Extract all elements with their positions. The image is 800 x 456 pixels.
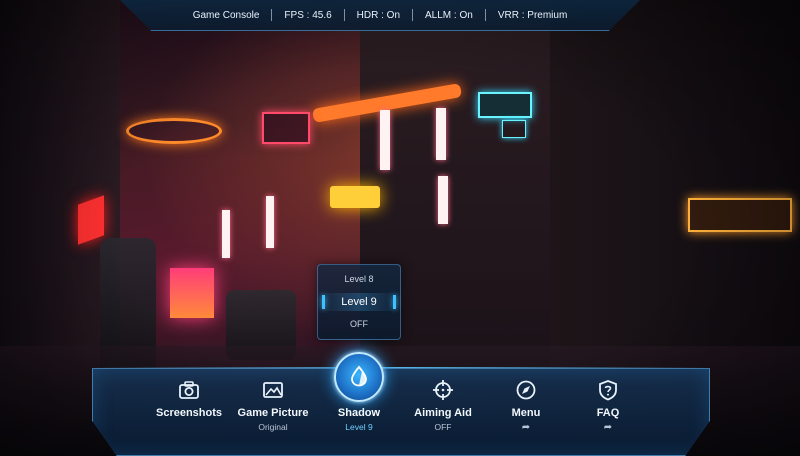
allm-status: ALLM : On	[425, 9, 473, 21]
shadow-level-dropdown: Level 8 Level 9 OFF	[317, 264, 401, 340]
dropdown-option-level-8[interactable]: Level 8	[318, 274, 400, 284]
aiming-aid-button[interactable]: Aiming Aid OFF	[395, 369, 491, 455]
hdr-status: HDR : On	[356, 9, 401, 21]
aiming-aid-value: OFF	[434, 422, 452, 432]
game-picture-label: Game Picture	[237, 407, 309, 419]
game-picture-button[interactable]: Game Picture Original	[225, 369, 321, 455]
picture-icon	[263, 382, 283, 398]
shadow-drop-icon	[351, 365, 367, 387]
aiming-aid-label: Aiming Aid	[414, 407, 472, 419]
shadow-value: Level 9	[345, 422, 373, 432]
menu-compass-icon	[516, 380, 536, 400]
faq-button[interactable]: FAQ ➦	[560, 369, 656, 455]
screenshots-label: Screenshots	[155, 407, 223, 419]
fps-readout: FPS : 45.6	[284, 9, 332, 21]
game-console-status-bar: Game Console FPS : 45.6 HDR : On ALLM : …	[120, 0, 640, 31]
crosshair-icon	[433, 380, 453, 400]
dropdown-option-level-9-selected[interactable]: Level 9	[318, 293, 400, 311]
faq-shield-icon	[599, 380, 617, 401]
game-picture-value: Original	[258, 422, 288, 432]
shadow-label: Shadow	[337, 407, 381, 419]
game-bar-toolbar: Screenshots Game Picture Original Shadow…	[92, 368, 710, 456]
vrr-status: VRR : Premium	[497, 9, 568, 21]
screenshots-button[interactable]: Screenshots	[141, 369, 237, 455]
dropdown-option-off[interactable]: OFF	[318, 319, 400, 329]
camera-icon	[179, 381, 199, 399]
shadow-active-ring[interactable]	[334, 352, 384, 402]
faq-label: FAQ	[596, 407, 620, 419]
faq-go-arrow-icon: ➦	[603, 422, 613, 433]
game-console-title: Game Console	[192, 9, 260, 21]
